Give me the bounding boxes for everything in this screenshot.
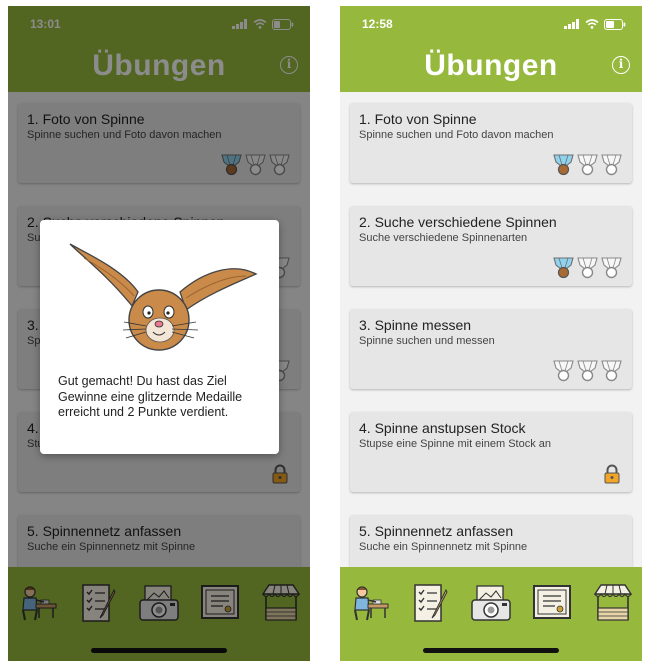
exercise-card[interactable]: 5. Spinnennetz anfassen Suche ein Spinne… [350,515,632,567]
exercise-card[interactable]: 4. Spinne anstupsen Stock Stupse eine Sp… [350,412,632,492]
bronze-medal-icon [553,257,574,279]
empty-medal-icon [577,360,598,382]
status-icons [564,18,626,30]
signal-icon [564,19,579,29]
exercise-subtitle: Suche ein Spinnennetz mit Spinne [359,541,528,553]
market-stall-icon [593,584,633,621]
empty-medal-icon [601,257,622,279]
info-button[interactable]: i [612,56,630,74]
student-icon [354,586,389,621]
phone-screen-left: 13:01 Übungen i 1. Foto von Spinne Spinn… [8,6,310,661]
exercise-subtitle: Spinne suchen und messen [359,335,495,347]
dialog-message: Gut gemacht! Du hast das Ziel Gewinne ei… [58,374,243,419]
exercise-list[interactable]: 1. Foto von Spinne Spinne suchen und Fot… [340,92,642,567]
battery-icon [604,18,626,30]
exercise-title: 3. Spinne messen [359,317,472,333]
tab-camera[interactable] [466,579,516,627]
status-time: 12:58 [362,17,393,31]
tab-learner[interactable] [344,579,394,627]
medal-row [553,359,622,382]
exercise-subtitle: Spinne suchen und Foto davon machen [359,129,554,141]
page-title: Übungen [424,49,558,82]
tab-exercises[interactable] [405,579,455,627]
certificate-icon [533,585,571,619]
empty-medal-icon [601,360,622,382]
empty-medal-icon [577,154,598,176]
home-indicator[interactable] [423,648,559,653]
exercise-title: 2. Suche verschiedene Spinnen [359,214,557,230]
tab-shop[interactable] [588,579,638,627]
lock-icon [604,464,620,484]
medal-row [553,153,622,176]
phone-screen-right: 12:58 Übungen i 1. Foto von Spinne Spinn… [340,6,642,661]
medal-row [553,256,622,279]
empty-medal-icon [553,360,574,382]
tab-bar [340,567,642,661]
exercise-title: 5. Spinnennetz anfassen [359,523,514,539]
exercise-card[interactable]: 1. Foto von Spinne Spinne suchen und Fot… [350,103,632,183]
bronze-medal-icon [553,154,574,176]
rabbit-illustration [69,243,258,351]
wifi-icon [585,19,599,29]
status-bar: 12:58 [340,6,642,42]
tab-certificates[interactable] [527,579,577,627]
exercise-title: 4. Spinne anstupsen Stock [359,420,526,436]
camera-icon [471,585,511,621]
achievement-dialog[interactable]: Gut gemacht! Du hast das Ziel Gewinne ei… [40,220,279,454]
exercise-title: 1. Foto von Spinne [359,111,477,127]
exercise-subtitle: Suche verschiedene Spinnenarten [359,232,528,244]
exercise-card[interactable]: 2. Suche verschiedene Spinnen Suche vers… [350,206,632,286]
exercise-card[interactable]: 3. Spinne messen Spinne suchen und messe… [350,309,632,389]
checklist-icon [414,584,448,622]
exercise-subtitle: Stupse eine Spinne mit einem Stock an [359,438,552,450]
empty-medal-icon [577,257,598,279]
empty-medal-icon [601,154,622,176]
tab-bar-items [344,579,638,627]
